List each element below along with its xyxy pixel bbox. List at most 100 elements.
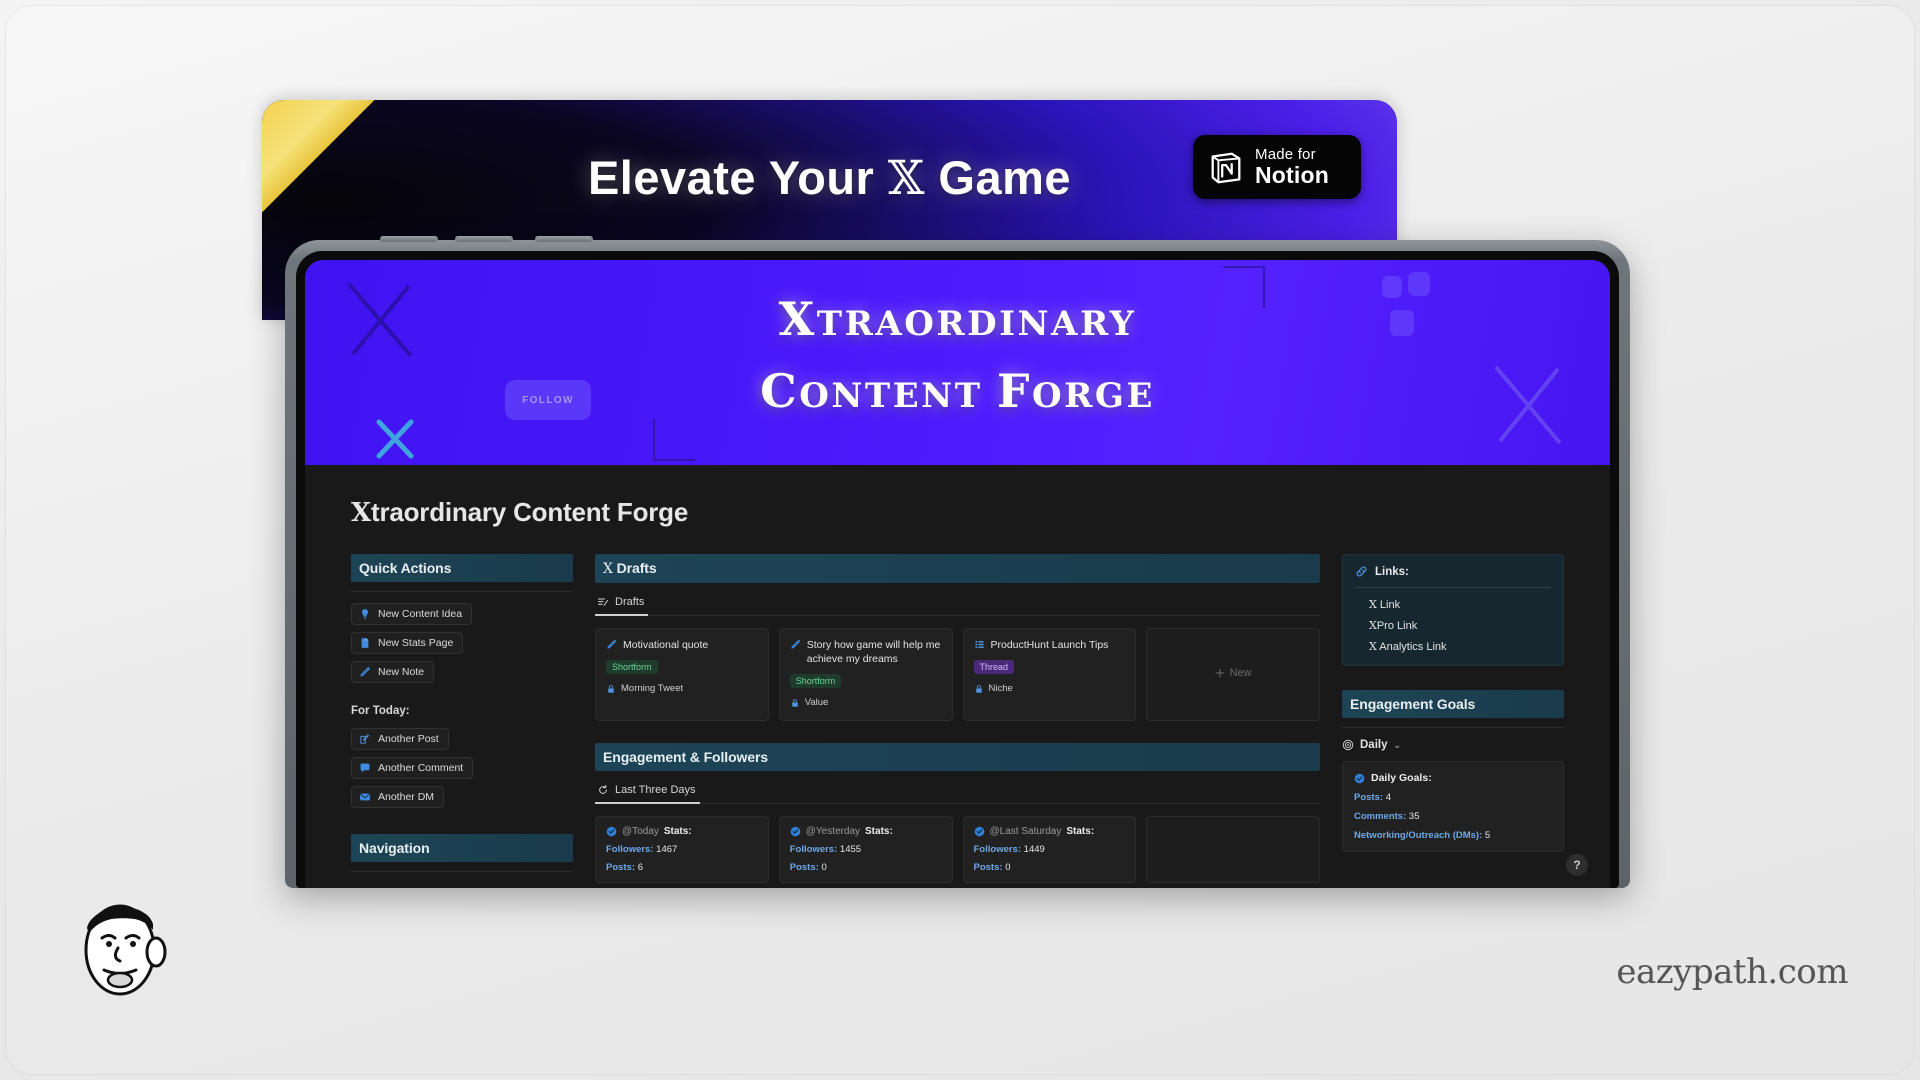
draft-card-title: Motivational quote — [623, 639, 709, 651]
stat-row-value: 1467 — [656, 844, 678, 856]
notion-app-viewport: FOLLOW XTRAORDINARY CONTENT FORGE Xtraor… — [305, 260, 1610, 888]
goal-row-value: 5 — [1484, 830, 1491, 841]
tablet-button-3 — [535, 236, 593, 242]
hero-line1-rest: TRAORDINARY — [816, 304, 1137, 344]
navigation-heading: Navigation — [351, 834, 573, 862]
new-stats-page-button[interactable]: New Stats Page — [351, 632, 464, 654]
stat-row: Posts: 6 — [606, 862, 758, 873]
hero-line1-first: X — [778, 292, 817, 346]
goal-row: Comments: 35 — [1354, 811, 1552, 822]
new-content-idea-button[interactable]: New Content Idea — [351, 603, 473, 625]
bulb-icon — [362, 609, 368, 619]
target-icon — [1342, 739, 1354, 751]
verified-badge-icon — [606, 827, 617, 837]
for-today-buttons: Another Post Another Comment Another DM — [351, 728, 573, 808]
another-comment-button[interactable]: Another Comment — [351, 757, 474, 779]
drafts-tabstrip: Drafts — [595, 591, 1320, 616]
verified-badge-icon — [1354, 773, 1365, 783]
draft-card-title-row: ProductHunt Launch Tips — [974, 638, 1126, 652]
stat-card[interactable]: @Today Stats: Followers: 1467 Posts: 6 — [595, 816, 769, 884]
links-heading: Links: — [1375, 565, 1409, 578]
goal-row-label: Comments: — [1354, 811, 1407, 822]
draft-card-tag: Shortform — [789, 674, 842, 689]
chevron-down-icon: ⌄ — [1393, 739, 1402, 750]
x-drafts-heading: X Drafts — [595, 554, 1320, 583]
stat-card-handle-bold: Stats: — [663, 826, 692, 838]
stat-card[interactable]: @Yesterday Stats: Followers: 1455 Posts:… — [778, 816, 953, 884]
link-item-x[interactable]: X Link — [1369, 598, 1551, 611]
draft-card[interactable]: ProductHunt Launch Tips Thread Niche — [962, 628, 1137, 722]
link-item-xpro[interactable]: XPro Link — [1369, 619, 1551, 632]
quick-actions-heading: Quick Actions — [351, 554, 573, 582]
right-column: Links: X Link XPro Link X Analytics Link… — [1342, 554, 1564, 852]
divider — [1342, 727, 1564, 728]
hero-line2-second: F — [996, 364, 1033, 418]
page-title: Xtraordinary Content Forge — [351, 465, 1564, 554]
new-draft-button[interactable]: New — [1146, 628, 1320, 722]
hero-bracket-bottom-left — [653, 419, 695, 461]
edit-square-icon — [360, 734, 370, 744]
goal-row-value: 35 — [1408, 811, 1420, 822]
tablet-button-2 — [455, 236, 513, 242]
link-x-glyph: X — [1369, 598, 1377, 611]
screenshot-root: Elevate Your 𝕏 Game Made for Notion FOLL… — [0, 0, 1920, 1080]
stat-card-handle-bold: Stats: — [1066, 826, 1095, 838]
notion-logo-icon — [1207, 148, 1245, 186]
notion-badge-text: Made for Notion — [1255, 147, 1329, 187]
stat-row: Followers: 1455 — [790, 844, 942, 855]
tab-last-three-days[interactable]: Last Three Days — [595, 779, 700, 805]
draft-card-title-row: Motivational quote — [606, 638, 758, 652]
tab-drafts[interactable]: Drafts — [595, 591, 649, 616]
engagement-goals-heading: Engagement Goals — [1342, 690, 1564, 718]
help-button[interactable]: ? — [1566, 854, 1588, 876]
tablet-screen: FOLLOW XTRAORDINARY CONTENT FORGE Xtraor… — [296, 251, 1619, 888]
hero-title: XTRAORDINARY CONTENT FORGE — [305, 292, 1610, 418]
stat-card-empty[interactable] — [1146, 816, 1320, 884]
left-column: Quick Actions New Content Idea New Stats… — [351, 554, 573, 872]
daily-goals-head: Daily Goals: — [1354, 772, 1552, 784]
engagement-tabstrip: Last Three Days — [595, 779, 1320, 805]
daily-goals-card[interactable]: Daily Goals: Posts: 4 Comments: 35 Netwo… — [1342, 761, 1564, 852]
pencil-icon — [607, 639, 617, 649]
made-for-notion-badge: Made for Notion — [1193, 135, 1361, 199]
link-item-label: Analytics Link — [1376, 641, 1447, 653]
quick-actions-buttons: New Content Idea New Stats Page New Note — [351, 603, 573, 683]
draft-card-meta: Value — [790, 697, 942, 708]
stat-card[interactable]: @Last Saturday Stats: Followers: 1449 Po… — [962, 816, 1137, 884]
goals-period-select[interactable]: Daily ⌄ — [1342, 739, 1564, 751]
new-content-idea-label: New Content Idea — [378, 608, 463, 620]
new-note-button[interactable]: New Note — [351, 661, 435, 683]
draft-card[interactable]: Motivational quote Shortform Morning Twe… — [595, 628, 769, 722]
draft-card[interactable]: Story how game will help me achieve my d… — [778, 628, 953, 722]
stat-card-head: @Today Stats: — [606, 826, 758, 837]
stat-card-head: @Yesterday Stats: — [790, 826, 942, 837]
hero-line2-tail: ORGE — [1032, 376, 1155, 416]
divider — [351, 871, 573, 872]
hero-line2-rest: ONTENT — [799, 376, 997, 416]
link-x-glyph: X — [1369, 640, 1377, 653]
another-dm-button[interactable]: Another DM — [351, 786, 445, 808]
stat-row: Posts: 0 — [974, 862, 1126, 873]
hero-line2-first: C — [760, 364, 800, 418]
draft-card-title: ProductHunt Launch Tips — [990, 639, 1109, 651]
links-callout: Links: X Link XPro Link X Analytics Link — [1342, 554, 1564, 666]
stat-row-value: 1449 — [1023, 844, 1045, 856]
list-check-icon — [598, 598, 608, 606]
pencil-icon — [791, 639, 800, 649]
x-drafts-heading-rest: Drafts — [612, 560, 657, 576]
draft-card-meta-label: Niche — [988, 683, 1013, 695]
draft-card-meta: Morning Tweet — [606, 683, 758, 694]
new-stats-page-label: New Stats Page — [378, 637, 454, 649]
stat-row-value: 0 — [1005, 862, 1011, 874]
link-item-x-analytics[interactable]: X Analytics Link — [1369, 640, 1551, 653]
draft-card-tag: Thread — [973, 660, 1015, 675]
notion-badge-line1: Made for — [1255, 146, 1316, 164]
stat-row-label: Posts: — [606, 862, 636, 874]
another-post-button[interactable]: Another Post — [351, 728, 449, 750]
for-today-label: For Today: — [351, 705, 410, 717]
goal-row: Networking/Outreach (DMs): 5 — [1354, 830, 1552, 841]
list-icon — [974, 641, 984, 648]
tab-last-three-days-label: Last Three Days — [615, 784, 696, 797]
stat-row-label: Posts: — [789, 862, 819, 874]
lock-icon — [975, 684, 982, 693]
